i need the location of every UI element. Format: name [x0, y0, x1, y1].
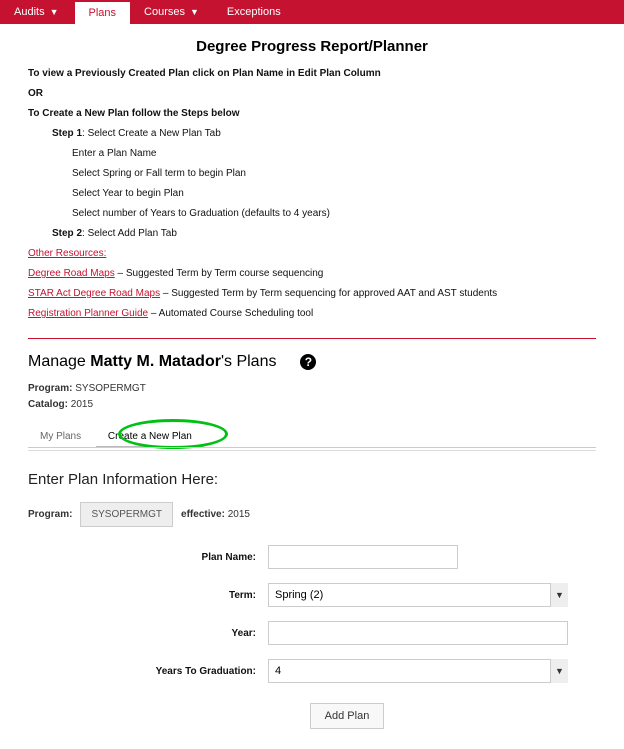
nav-plans[interactable]: Plans	[75, 2, 131, 24]
student-name: Matty M. Matador	[90, 353, 221, 370]
row-year: Year:	[28, 621, 596, 645]
label-year: Year:	[28, 628, 268, 639]
row-years-to-grad: Years To Graduation: 4 ▼	[28, 659, 596, 683]
program-row: Program: SYSOPERMGT effective: 2015	[28, 502, 596, 527]
step2-label: Step 2	[52, 228, 82, 239]
link-star-act[interactable]: STAR Act Degree Road Maps	[28, 288, 160, 299]
row-term: Term: Spring (2) ▼	[28, 583, 596, 607]
caret-down-icon: ▼	[190, 7, 199, 17]
link1-suffix: – Suggested Term by Term course sequenci…	[115, 268, 324, 279]
step1-c: Select Year to begin Plan	[28, 185, 596, 202]
link-degree-road-maps[interactable]: Degree Road Maps	[28, 268, 115, 279]
meta-catalog-value: 2015	[68, 399, 93, 410]
manage-heading: Manage Matty M. Matador's Plans ?	[28, 349, 596, 381]
effective-label: effective:	[181, 509, 225, 520]
prog-label: Program:	[28, 509, 72, 520]
meta-program-label: Program:	[28, 383, 72, 394]
instr-or: OR	[28, 85, 596, 102]
label-years-to-grad: Years To Graduation:	[28, 666, 268, 677]
label-term: Term:	[28, 590, 268, 601]
step1-b: Select Spring or Fall term to begin Plan	[28, 165, 596, 182]
link2-suffix: – Suggested Term by Term sequencing for …	[160, 288, 497, 299]
step1-d: Select number of Years to Graduation (de…	[28, 205, 596, 222]
link-other-resources[interactable]: Other Resources:	[28, 248, 106, 259]
section-heading: Enter Plan Information Here:	[28, 471, 596, 488]
select-years-to-grad[interactable]: 4	[268, 659, 568, 683]
divider-light	[28, 450, 596, 451]
input-plan-name[interactable]	[268, 545, 458, 569]
add-plan-button[interactable]: Add Plan	[310, 703, 385, 729]
nav-courses[interactable]: Courses ▼	[130, 0, 213, 24]
divider-red	[28, 338, 596, 339]
instr-step2: Step 2: Select Add Plan Tab	[28, 225, 596, 242]
manage-prefix: Manage	[28, 353, 90, 370]
nav-exceptions-label: Exceptions	[227, 6, 281, 18]
plan-tabs: My Plans Create a New Plan	[28, 425, 596, 448]
nav-audits-label: Audits	[14, 6, 45, 18]
nav-plans-label: Plans	[89, 7, 117, 19]
help-icon[interactable]: ?	[300, 354, 316, 370]
meta-catalog-label: Catalog:	[28, 399, 68, 410]
nav-exceptions[interactable]: Exceptions	[213, 0, 295, 24]
meta-program-value: SYSOPERMGT	[72, 383, 145, 394]
manage-suffix: 's Plans	[221, 353, 277, 370]
nav-audits[interactable]: Audits ▼	[0, 0, 73, 24]
input-year[interactable]	[268, 621, 568, 645]
tab-my-plans[interactable]: My Plans	[28, 425, 93, 448]
label-plan-name: Plan Name:	[28, 552, 268, 563]
program-meta: Program: SYSOPERMGT Catalog: 2015	[28, 381, 596, 413]
step1-a: Enter a Plan Name	[28, 145, 596, 162]
row-plan-name: Plan Name:	[28, 545, 596, 569]
effective-value: 2015	[225, 509, 250, 520]
link-reg-planner[interactable]: Registration Planner Guide	[28, 308, 148, 319]
instr-step1: Step 1: Select Create a New Plan Tab	[28, 125, 596, 142]
step2-text: : Select Add Plan Tab	[82, 228, 177, 239]
link3-suffix: – Automated Course Scheduling tool	[148, 308, 313, 319]
step1-text: : Select Create a New Plan Tab	[82, 128, 221, 139]
instr-create-new: To Create a New Plan follow the Steps be…	[28, 105, 596, 122]
step1-label: Step 1	[52, 128, 82, 139]
nav-courses-label: Courses	[144, 6, 185, 18]
page-title: Degree Progress Report/Planner	[0, 24, 624, 65]
instructions-block: To view a Previously Created Plan click …	[28, 65, 596, 322]
program-box: SYSOPERMGT	[80, 502, 173, 527]
top-nav: Audits ▼ Plans Courses ▼ Exceptions	[0, 0, 624, 24]
caret-down-icon: ▼	[50, 7, 59, 17]
instr-view-prev: To view a Previously Created Plan click …	[28, 65, 596, 82]
select-term[interactable]: Spring (2)	[268, 583, 568, 607]
tab-create-new-plan[interactable]: Create a New Plan	[96, 425, 204, 448]
